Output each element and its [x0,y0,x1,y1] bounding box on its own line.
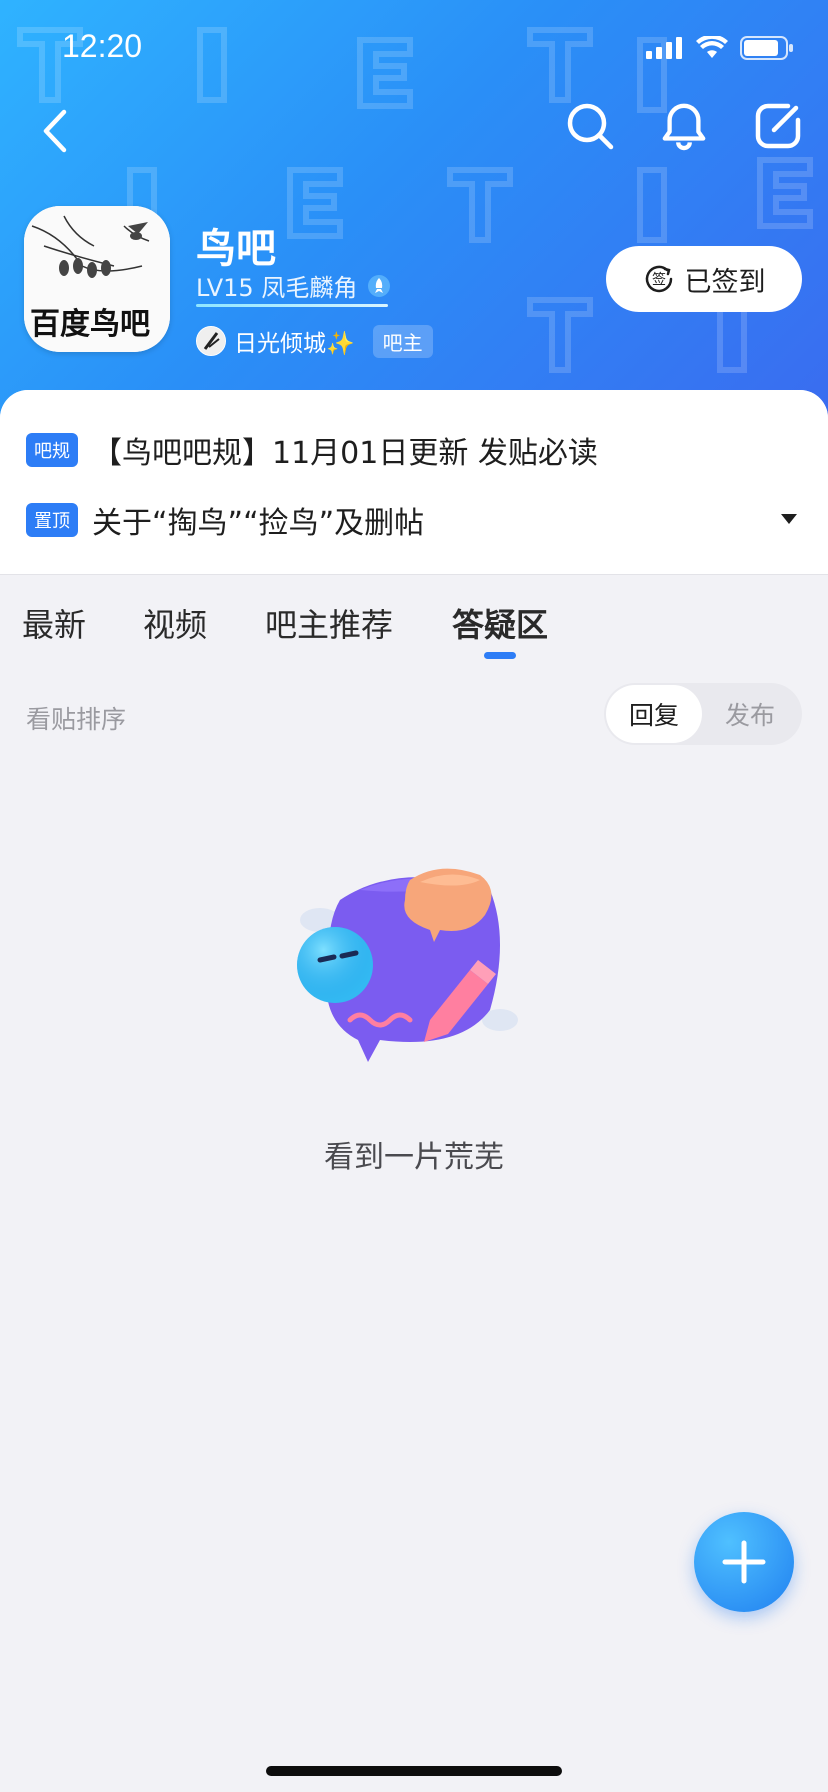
level-progress-line [196,304,388,307]
battery-icon [740,36,793,60]
plus-icon [722,1540,766,1584]
tab-indicator [484,652,516,659]
owner-badge: 吧主 [372,324,433,358]
owner-name: 日光倾城✨ [234,331,355,357]
bar-avatar[interactable]: 百度鸟吧 [24,206,170,352]
home-indicator [266,1766,562,1776]
notice-text: 关于“掏鸟”“捡鸟”及删帖 [92,506,425,541]
notices: 吧规 【鸟吧吧规】11月01日更新 发贴必读 置顶 关于“掏鸟”“捡鸟”及删帖 [0,390,828,575]
rocket-icon [368,274,391,297]
back-button[interactable] [36,106,80,166]
new-post-fab[interactable] [694,1512,794,1612]
forum-header: 12:20 百度鸟吧 鸟吧 LV15 凤毛麟角 日光倾城✨ 吧主 [0,0,828,420]
signin-label: 已签到 [684,266,766,298]
tab-owner-picks[interactable]: 吧主推荐 [265,600,393,646]
search-button[interactable] [566,100,614,152]
compose-button[interactable] [754,100,802,152]
status-bar: 12:20 [0,0,828,96]
signal-icon [646,37,682,59]
sort-option-reply[interactable]: 回复 [606,685,702,743]
chevron-left-icon [43,109,67,153]
avatar-calligraphy: 百度鸟吧 [30,307,150,342]
search-icon [567,103,614,150]
empty-state-illustration [297,868,518,1062]
top-nav [0,96,828,192]
bar-level: LV15 凤毛麟角 [196,268,391,303]
signin-icon-glyph: 签 [652,271,666,288]
tab-latest[interactable]: 最新 [22,600,86,646]
sort-label: 看贴排序 [26,705,127,734]
bar-level-text: LV15 凤毛麟角 [196,274,358,302]
bar-name: 鸟吧 [196,226,276,272]
tab-video[interactable]: 视频 [143,600,207,646]
signin-icon: 签 [645,265,672,293]
sort-option-publish[interactable]: 发布 [702,685,798,743]
empty-state-text: 看到一片荒芜 [324,1140,504,1175]
bar-avatar-image: 百度鸟吧 [24,206,170,352]
compose-icon [755,103,801,149]
notification-button[interactable] [660,100,708,152]
bell-icon [662,103,706,151]
owner-avatar [196,326,226,356]
notice-pinned[interactable]: 置顶 关于“掏鸟”“捡鸟”及删帖 [26,498,424,542]
status-time: 12:20 [62,28,143,64]
signin-button[interactable]: 签 已签到 [606,246,802,312]
notice-text: 【鸟吧吧规】11月01日更新 发贴必读 [92,436,598,471]
sort-toggle: 回复 发布 [604,683,802,745]
wifi-icon [696,36,728,58]
status-icons [646,36,794,60]
notice-tag: 吧规 [26,433,78,467]
nav-actions [566,100,802,152]
expand-caret-icon[interactable] [780,512,798,526]
notice-rules[interactable]: 吧规 【鸟吧吧规】11月01日更新 发贴必读 [26,428,598,472]
tab-qa[interactable]: 答疑区 [452,600,548,646]
notice-tag: 置顶 [26,503,78,537]
tab-bar: 最新 视频 吧主推荐 答疑区 [0,600,828,670]
owner-row[interactable]: 日光倾城✨ 吧主 [196,324,433,358]
